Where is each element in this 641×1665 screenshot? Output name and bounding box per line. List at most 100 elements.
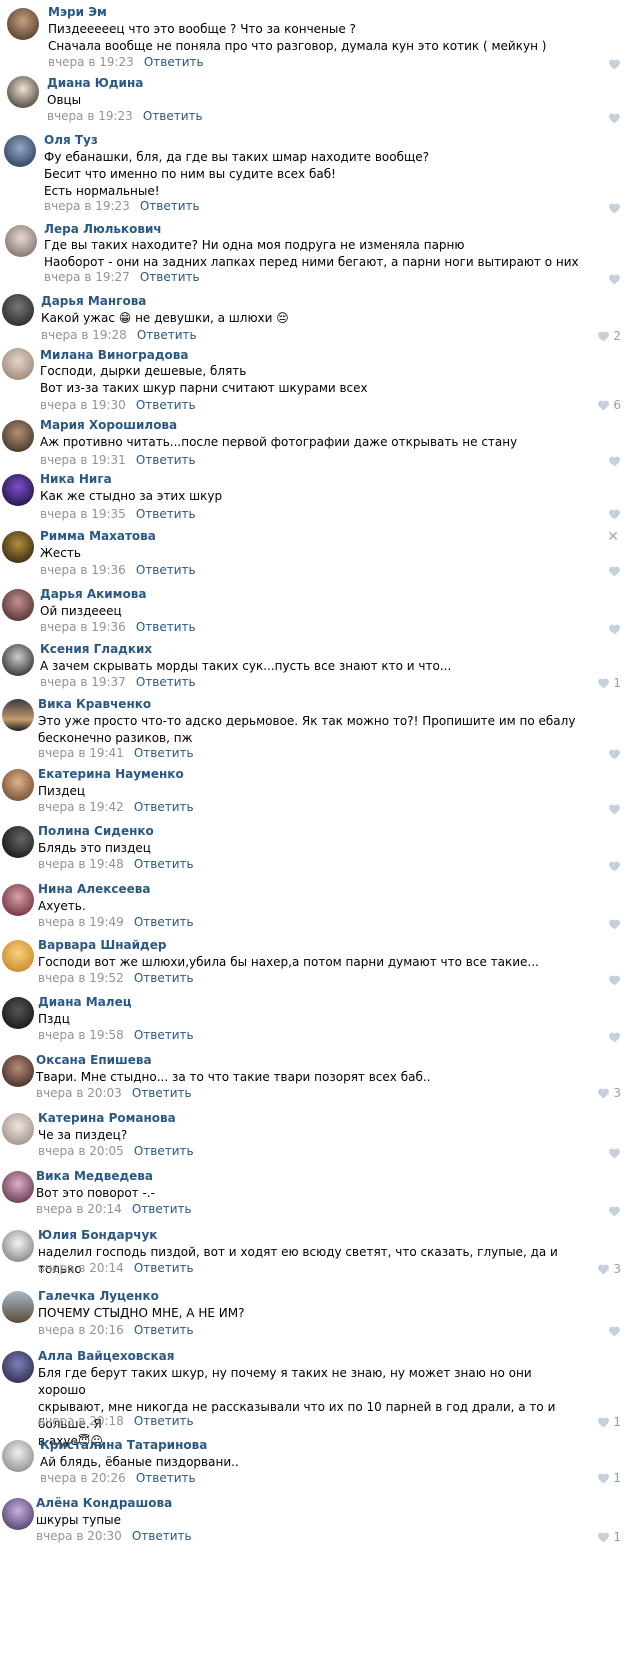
comment-time[interactable]: вчера в 19:48 (38, 857, 124, 871)
author-name[interactable]: Мария Хорошилова (40, 418, 177, 432)
author-name[interactable]: Милана Виноградова (40, 348, 188, 362)
author-name[interactable]: Полина Сиденко (38, 824, 154, 838)
avatar[interactable] (2, 1351, 34, 1383)
avatar[interactable] (2, 348, 34, 380)
avatar[interactable] (4, 135, 36, 167)
avatar[interactable] (2, 531, 34, 563)
avatar[interactable] (2, 294, 34, 326)
reply-link[interactable]: Ответить (137, 328, 197, 342)
like-button[interactable] (608, 201, 621, 215)
reply-link[interactable]: Ответить (134, 1028, 194, 1042)
author-name[interactable]: Юлия Бондарчук (38, 1228, 157, 1242)
comment-time[interactable]: вчера в 19:27 (44, 270, 130, 284)
avatar[interactable] (2, 589, 34, 621)
avatar[interactable] (2, 769, 34, 801)
comment-time[interactable]: вчера в 19:36 (40, 563, 126, 577)
avatar[interactable] (2, 997, 34, 1029)
avatar[interactable] (2, 420, 34, 452)
avatar[interactable] (2, 940, 34, 972)
reply-link[interactable]: Ответить (132, 1086, 192, 1100)
author-name[interactable]: Диана Малец (38, 995, 132, 1009)
like-button[interactable] (608, 57, 621, 71)
like-button[interactable] (608, 747, 621, 761)
like-button[interactable] (608, 1324, 621, 1338)
reply-link[interactable]: Ответить (136, 507, 196, 521)
reply-link[interactable]: Ответить (136, 398, 196, 412)
comment-time[interactable]: вчера в 19:52 (38, 971, 124, 985)
reply-link[interactable]: Ответить (134, 800, 194, 814)
author-name[interactable]: Алла Вайцеховская (38, 1349, 174, 1363)
reply-link[interactable]: Ответить (136, 620, 196, 634)
reply-link[interactable]: Ответить (140, 270, 200, 284)
like-button[interactable] (608, 1030, 621, 1044)
avatar[interactable] (2, 1440, 34, 1472)
reply-link[interactable]: Ответить (134, 746, 194, 760)
avatar[interactable] (2, 1498, 34, 1530)
avatar[interactable] (2, 644, 34, 676)
author-name[interactable]: Дарья Мангова (41, 294, 146, 308)
avatar[interactable] (2, 1113, 34, 1145)
author-name[interactable]: Нина Алексеева (38, 882, 150, 896)
reply-link[interactable]: Ответить (134, 1261, 194, 1275)
avatar[interactable] (7, 8, 39, 40)
author-name[interactable]: Вика Медведева (36, 1169, 153, 1183)
reply-link[interactable]: Ответить (134, 857, 194, 871)
avatar[interactable] (7, 76, 39, 108)
like-button[interactable] (608, 1146, 621, 1160)
like-button[interactable] (608, 859, 621, 873)
reply-link[interactable]: Ответить (134, 915, 194, 929)
like-button[interactable]: 3 (597, 1262, 621, 1276)
like-button[interactable] (608, 1204, 621, 1218)
reply-link[interactable]: Ответить (140, 199, 200, 213)
author-name[interactable]: Алёна Кондрашова (36, 1496, 172, 1510)
author-name[interactable]: Оля Туз (44, 133, 98, 147)
comment-time[interactable]: вчера в 19:49 (38, 915, 124, 929)
like-button[interactable] (608, 564, 621, 578)
comment-time[interactable]: вчера в 19:30 (40, 398, 126, 412)
author-name[interactable]: Вика Кравченко (38, 697, 151, 711)
reply-link[interactable]: Ответить (136, 453, 196, 467)
avatar[interactable] (2, 884, 34, 916)
comment-time[interactable]: вчера в 19:42 (38, 800, 124, 814)
author-name[interactable]: Диана Юдина (47, 76, 143, 90)
comment-time[interactable]: вчера в 19:23 (48, 55, 134, 69)
like-button[interactable] (608, 111, 621, 125)
avatar[interactable] (2, 474, 34, 506)
comment-time[interactable]: вчера в 19:31 (40, 453, 126, 467)
author-name[interactable]: Кристалина Татаринова (40, 1438, 207, 1452)
avatar[interactable] (5, 225, 37, 257)
comment-time[interactable]: вчера в 19:36 (40, 620, 126, 634)
close-icon[interactable]: ✕ (607, 529, 619, 545)
like-button[interactable]: 3 (597, 1086, 621, 1100)
comment-time[interactable]: вчера в 19:23 (44, 199, 130, 213)
comment-time[interactable]: вчера в 19:35 (40, 507, 126, 521)
avatar[interactable] (2, 1171, 34, 1203)
like-button[interactable]: 1 (597, 1530, 621, 1544)
comment-time[interactable]: вчера в 20:26 (40, 1471, 126, 1485)
reply-link[interactable]: Ответить (134, 971, 194, 985)
comment-time[interactable]: вчера в 19:58 (38, 1028, 124, 1042)
reply-link[interactable]: Ответить (132, 1529, 192, 1543)
comment-time[interactable]: вчера в 20:03 (36, 1086, 122, 1100)
author-name[interactable]: Оксана Епишева (36, 1053, 152, 1067)
author-name[interactable]: Ксения Гладких (40, 642, 152, 656)
reply-link[interactable]: Ответить (134, 1144, 194, 1158)
comment-time[interactable]: вчера в 19:41 (38, 746, 124, 760)
comment-time[interactable]: вчера в 20:30 (36, 1529, 122, 1543)
like-button[interactable] (608, 454, 621, 468)
like-button[interactable] (608, 802, 621, 816)
like-button[interactable]: 2 (597, 329, 621, 343)
author-name[interactable]: Варвара Шнайдер (38, 938, 166, 952)
author-name[interactable]: Римма Махатова (40, 529, 156, 543)
comment-time[interactable]: вчера в 20:14 (36, 1202, 122, 1216)
comment-time[interactable]: вчера в 20:16 (38, 1323, 124, 1337)
reply-link[interactable]: Ответить (136, 675, 196, 689)
like-button[interactable] (608, 917, 621, 931)
reply-link[interactable]: Ответить (136, 1471, 196, 1485)
comment-time[interactable]: вчера в 19:37 (40, 675, 126, 689)
author-name[interactable]: Катерина Романова (38, 1111, 176, 1125)
like-button[interactable]: 1 (597, 1471, 621, 1485)
avatar[interactable] (2, 826, 34, 858)
like-button[interactable]: 1 (597, 676, 621, 690)
comment-time[interactable]: вчера в 20:05 (38, 1144, 124, 1158)
